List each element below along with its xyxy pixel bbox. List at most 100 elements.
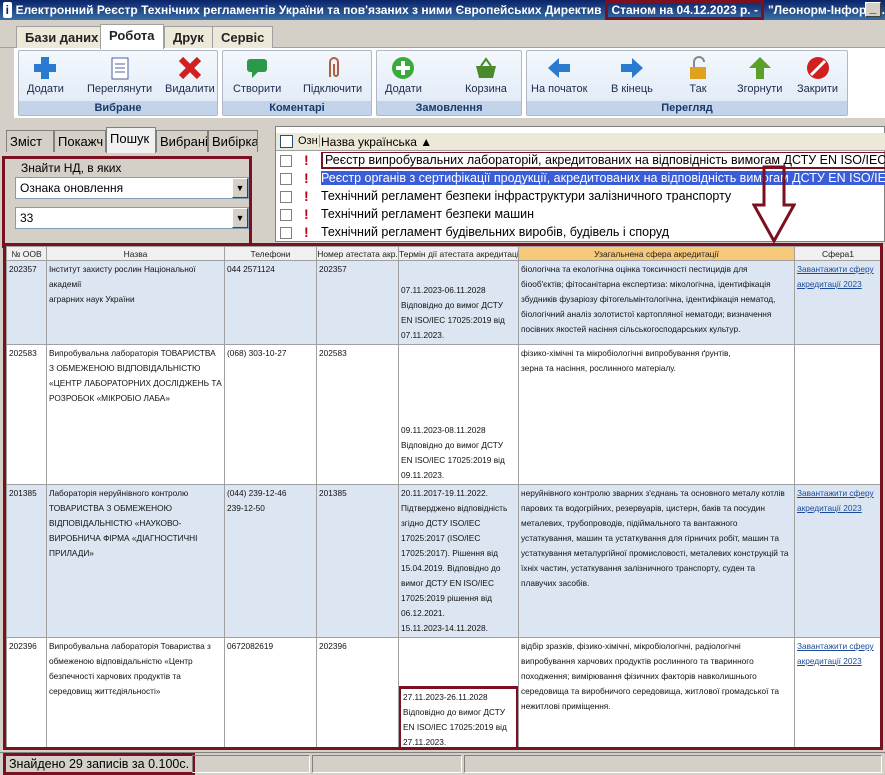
menu-bar: Бази даних Робота Друк Сервіс bbox=[0, 20, 885, 49]
chevron-down-icon[interactable]: ▼ bbox=[232, 208, 248, 228]
row-checkbox[interactable] bbox=[280, 173, 292, 185]
cell-name: Випробувальна лабораторія Товариства з о… bbox=[46, 637, 225, 747]
comment-icon bbox=[247, 59, 268, 78]
tab-pokazhch[interactable]: Покажч bbox=[54, 130, 106, 152]
unlock-icon bbox=[690, 56, 706, 79]
row-checkbox[interactable] bbox=[280, 227, 292, 239]
go-end-button[interactable]: В кінець bbox=[611, 55, 653, 95]
table-row[interactable]: 202583 Випробувальна лабораторія ТОВАРИС… bbox=[6, 344, 880, 485]
col-scope1[interactable]: Сфера1 bbox=[794, 246, 880, 261]
col-cert-num[interactable]: Номер атестата акр. bbox=[316, 246, 399, 261]
criteria-select[interactable]: Ознака оновлення ▼ bbox=[15, 177, 249, 199]
tab-servis[interactable]: Сервіс bbox=[212, 26, 274, 48]
col-name[interactable]: Назва bbox=[46, 246, 225, 261]
go-start-button[interactable]: На початок bbox=[531, 55, 587, 95]
value-value: 33 bbox=[20, 211, 34, 225]
group-label-komentari: Коментарі bbox=[223, 101, 371, 115]
select-all-checkbox[interactable] bbox=[280, 135, 293, 148]
chevron-down-icon[interactable]: ▼ bbox=[232, 178, 248, 198]
create-comment-button[interactable]: Створити bbox=[233, 55, 281, 95]
left-panel: Зміст Покажч Пошук Вибрані Вибірка Знайт… bbox=[0, 122, 262, 262]
column-oznaka[interactable]: Озн bbox=[298, 135, 320, 147]
minimize-button[interactable]: _ bbox=[865, 2, 881, 17]
cell-id: 202357 bbox=[6, 260, 47, 345]
download-scope-link[interactable]: Завантажити сферу акредитації 2023 bbox=[797, 641, 874, 666]
cell-phone: (044) 239-12-46 239-12-50 bbox=[224, 484, 317, 638]
group-perehliad: На початок В кінець Так Згорнути Закрити… bbox=[526, 50, 848, 116]
group-zamovlennia: Додати Корзина Замовлення bbox=[376, 50, 522, 116]
highlighted-term: 27.11.2023-26.11.2028 Відповідно до вимо… bbox=[399, 686, 518, 747]
exclamation-icon: ! bbox=[304, 206, 309, 222]
group-label-vybrane: Вибране bbox=[19, 101, 217, 115]
search-box: Знайти НД, в яких Ознака оновлення ▼ 33 … bbox=[2, 156, 252, 248]
cell-scope: відбір зразків, фізико-хімічні, мікробіо… bbox=[518, 637, 795, 747]
add-circle-icon bbox=[392, 57, 415, 79]
add-order-button[interactable]: Додати bbox=[385, 55, 422, 95]
cell-cert-num: 202583 bbox=[316, 344, 399, 485]
exclamation-icon: ! bbox=[304, 224, 309, 240]
cell-name: Інститут захисту рослин Національної ака… bbox=[46, 260, 225, 345]
delete-favorite-button[interactable]: Видалити bbox=[165, 55, 215, 95]
cell-id: 202396 bbox=[6, 637, 47, 747]
arrow-left-icon bbox=[548, 58, 571, 78]
add-favorite-button[interactable]: Додати bbox=[27, 55, 64, 95]
no-entry-icon bbox=[806, 57, 829, 79]
table-row[interactable]: 201385 Лабораторія неруйнівного контролю… bbox=[6, 484, 880, 638]
tak-button[interactable]: Так bbox=[685, 55, 711, 95]
row-checkbox[interactable] bbox=[280, 191, 292, 203]
group-komentari: Створити Підключити Коментарі bbox=[222, 50, 372, 116]
app-icon: i bbox=[3, 2, 12, 18]
splitter[interactable] bbox=[265, 122, 273, 242]
cell-term: 27.11.2023-26.11.2028 Відповідно до вимо… bbox=[398, 637, 519, 747]
col-scope[interactable]: Узагальнена сфера акредитації bbox=[518, 246, 795, 261]
col-id[interactable]: № ООВ bbox=[6, 246, 47, 261]
arrow-down-callout-icon bbox=[752, 165, 796, 243]
download-scope-link[interactable]: Завантажити сферу акредитації 2023 bbox=[797, 488, 874, 513]
cell-phone: 0672082619 bbox=[224, 637, 317, 747]
arrow-up-icon bbox=[748, 57, 771, 79]
close-view-button[interactable]: Закрити bbox=[797, 55, 838, 95]
view-favorite-button[interactable]: Переглянути bbox=[87, 55, 152, 95]
row-checkbox[interactable] bbox=[280, 209, 292, 221]
tab-poshuk[interactable]: Пошук bbox=[106, 127, 156, 153]
table-row[interactable]: 202396 Випробувальна лабораторія Товарис… bbox=[6, 637, 880, 747]
delete-x-icon bbox=[178, 56, 201, 80]
collapse-button[interactable]: Згорнути bbox=[737, 55, 782, 95]
cell-scope1 bbox=[794, 344, 880, 485]
attach-comment-button[interactable]: Підключити bbox=[303, 55, 362, 95]
column-nazva[interactable]: Назва українська ▲ bbox=[321, 135, 432, 149]
exclamation-icon: ! bbox=[304, 170, 309, 186]
cell-scope1: Завантажити сферу акредитації 2023 bbox=[794, 260, 880, 345]
col-term[interactable]: Термін дії атестата акредитації bbox=[398, 246, 519, 261]
tab-druk[interactable]: Друк bbox=[164, 26, 213, 48]
paperclip-icon bbox=[328, 57, 339, 77]
cell-scope: біологічна та екологічна оцінка токсично… bbox=[518, 260, 795, 345]
cell-id: 202583 bbox=[6, 344, 47, 485]
cell-scope: фізико-хімічні та мікробіологічні випроб… bbox=[518, 344, 795, 485]
cell-name: Лабораторія неруйнівного контролю ТОВАРИ… bbox=[46, 484, 225, 638]
tab-bazy-danykh[interactable]: Бази даних bbox=[16, 26, 108, 48]
basket-icon bbox=[475, 57, 496, 78]
cell-phone: 044 2571124 bbox=[224, 260, 317, 345]
col-phone[interactable]: Телефони bbox=[224, 246, 317, 261]
row-checkbox[interactable] bbox=[280, 155, 292, 167]
cell-scope: неруйнівного контролю зварних з'єднань т… bbox=[518, 484, 795, 638]
cell-cert-num: 201385 bbox=[316, 484, 399, 638]
tab-vybrani[interactable]: Вибрані bbox=[156, 130, 208, 152]
group-label-perehliad: Перегляд bbox=[527, 101, 847, 115]
tab-robota[interactable]: Робота bbox=[100, 24, 164, 49]
tab-zmist[interactable]: Зміст bbox=[6, 130, 54, 152]
value-select[interactable]: 33 ▼ bbox=[15, 207, 249, 229]
arrow-right-icon bbox=[620, 58, 643, 78]
status-bar: Знайдено 29 записів за 0.100с. bbox=[0, 752, 885, 775]
table-row[interactable]: 202357 Інститут захисту рослин Національ… bbox=[6, 260, 880, 345]
list-header: Озн Назва українська ▲ bbox=[276, 133, 885, 151]
group-label-zamovlennia: Замовлення bbox=[377, 101, 521, 115]
exclamation-icon: ! bbox=[304, 152, 309, 168]
exclamation-icon: ! bbox=[304, 188, 309, 204]
download-scope-link[interactable]: Завантажити сферу акредитації 2023 bbox=[797, 264, 874, 289]
cell-scope1: Завантажити сферу акредитації 2023 bbox=[794, 637, 880, 747]
tab-vybirka[interactable]: Вибірка bbox=[208, 130, 258, 152]
window-title: Електронний Реєстр Технічних регламентів… bbox=[15, 3, 602, 17]
basket-button[interactable]: Корзина bbox=[465, 55, 507, 95]
